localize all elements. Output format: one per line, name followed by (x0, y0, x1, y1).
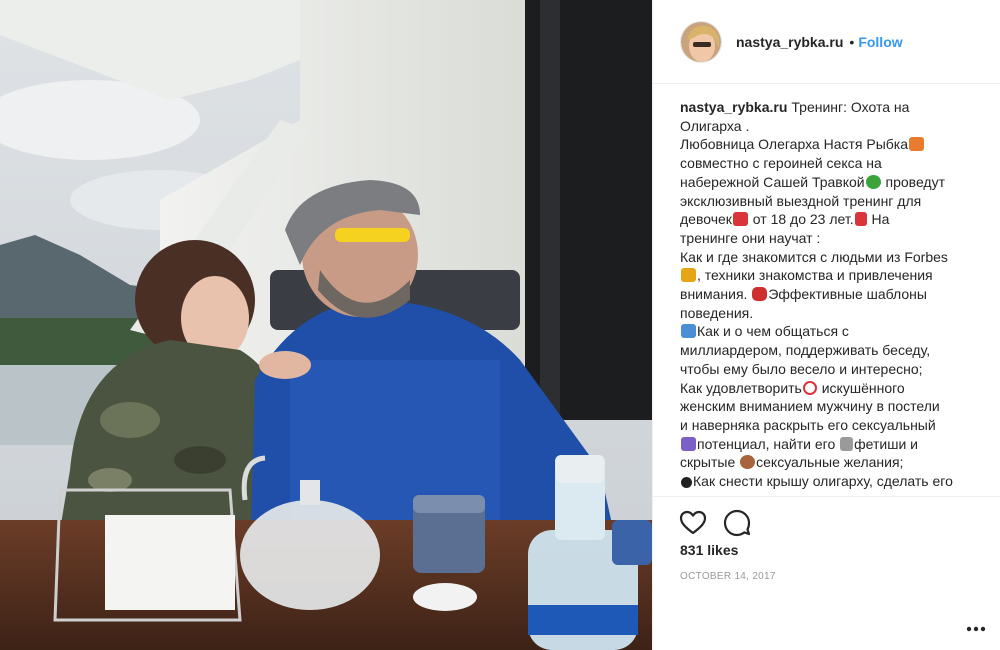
caption-username[interactable]: nastya_rybka.ru (680, 99, 787, 115)
like-button[interactable] (679, 509, 707, 537)
monkey-icon (740, 455, 756, 470)
masks-icon (681, 324, 696, 339)
caption-line-14: миллиардером, поддерживать беседу, (680, 342, 931, 359)
caption-line-4: совместно с героиней секса на (680, 155, 882, 172)
pin-icon (854, 212, 867, 227)
avatar-image (681, 21, 721, 62)
caption-line-1: nastya_rybka.ru Тренинг: Охота на (680, 99, 910, 115)
photo-illustration (0, 0, 652, 650)
post-header: nastya_rybka.ru • Follow (653, 0, 1000, 84)
separator-dot: • (849, 33, 855, 50)
clover-icon (865, 174, 881, 189)
caption-line-17: женским вниманием мужчину в постели (680, 398, 940, 415)
trophy-icon (681, 268, 696, 283)
caption-line-16: Как удовлетворить искушённого (680, 379, 905, 396)
post-photo[interactable] (0, 0, 652, 650)
caption-line-20: скрытые сексуальные желания; (680, 454, 904, 471)
caption-line-10: , техники знакомства и привлечения (680, 266, 980, 285)
boxing-glove-icon (752, 287, 768, 302)
post-date[interactable]: OCTOBER 14, 2017 (680, 571, 776, 582)
age-18-icon (802, 380, 817, 395)
caption-line-6: эксклюзивный выездной тренинг для (680, 192, 922, 209)
caption: nastya_rybka.ru Тренинг: Охота на Олигарх… (680, 98, 980, 496)
caption-line-18: и наверняка раскрыть его сексуальный (680, 416, 936, 433)
caption-line-3: Любовница Олегарха Настя Рыбка (680, 135, 980, 154)
comment-icon (723, 509, 751, 537)
header-username[interactable]: nastya_rybka.ru (736, 34, 843, 50)
more-options-icon (966, 626, 986, 632)
club-icon (681, 477, 692, 489)
post-actions: 831 likes OCTOBER 14, 2017 (653, 496, 1000, 650)
follow-button[interactable]: Follow (858, 34, 902, 50)
post-panel: nastya_rybka.ru • Follow nastya_rybka.ru… (652, 0, 1000, 650)
caption-line-12: поведения. (680, 304, 754, 321)
caption-line-13: Как и о чем общаться с (680, 322, 980, 341)
caption-line-15: чтобы ему было весело и интересно; (680, 360, 923, 377)
caption-line-19: потенциал, найти его фетиши и (680, 435, 980, 454)
likes-count[interactable]: 831 likes (680, 542, 738, 558)
caption-line-5: набережной Сашей Травкой проведут (680, 173, 946, 190)
clock-icon (681, 436, 696, 451)
chain-icon (840, 436, 854, 451)
lips-icon (909, 137, 925, 152)
caption-line-8: тренинге они научат : (680, 229, 821, 246)
caption-line-9: Как и где знакомится с людьми из Forbes (680, 248, 948, 265)
caption-line-7: девочек от 18 до 23 лет. На (680, 211, 890, 228)
avatar[interactable] (680, 20, 722, 63)
heart-icon (679, 510, 707, 535)
dress-icon (732, 212, 748, 227)
more-options-button[interactable] (965, 620, 987, 632)
caption-line-21: Как снести крышу олигарху, сделать его (680, 472, 980, 491)
caption-line-2: Олигарха . (680, 117, 750, 134)
caption-line-11: внимания. Эффективные шаблоны (680, 286, 927, 303)
comment-button[interactable] (723, 509, 751, 537)
